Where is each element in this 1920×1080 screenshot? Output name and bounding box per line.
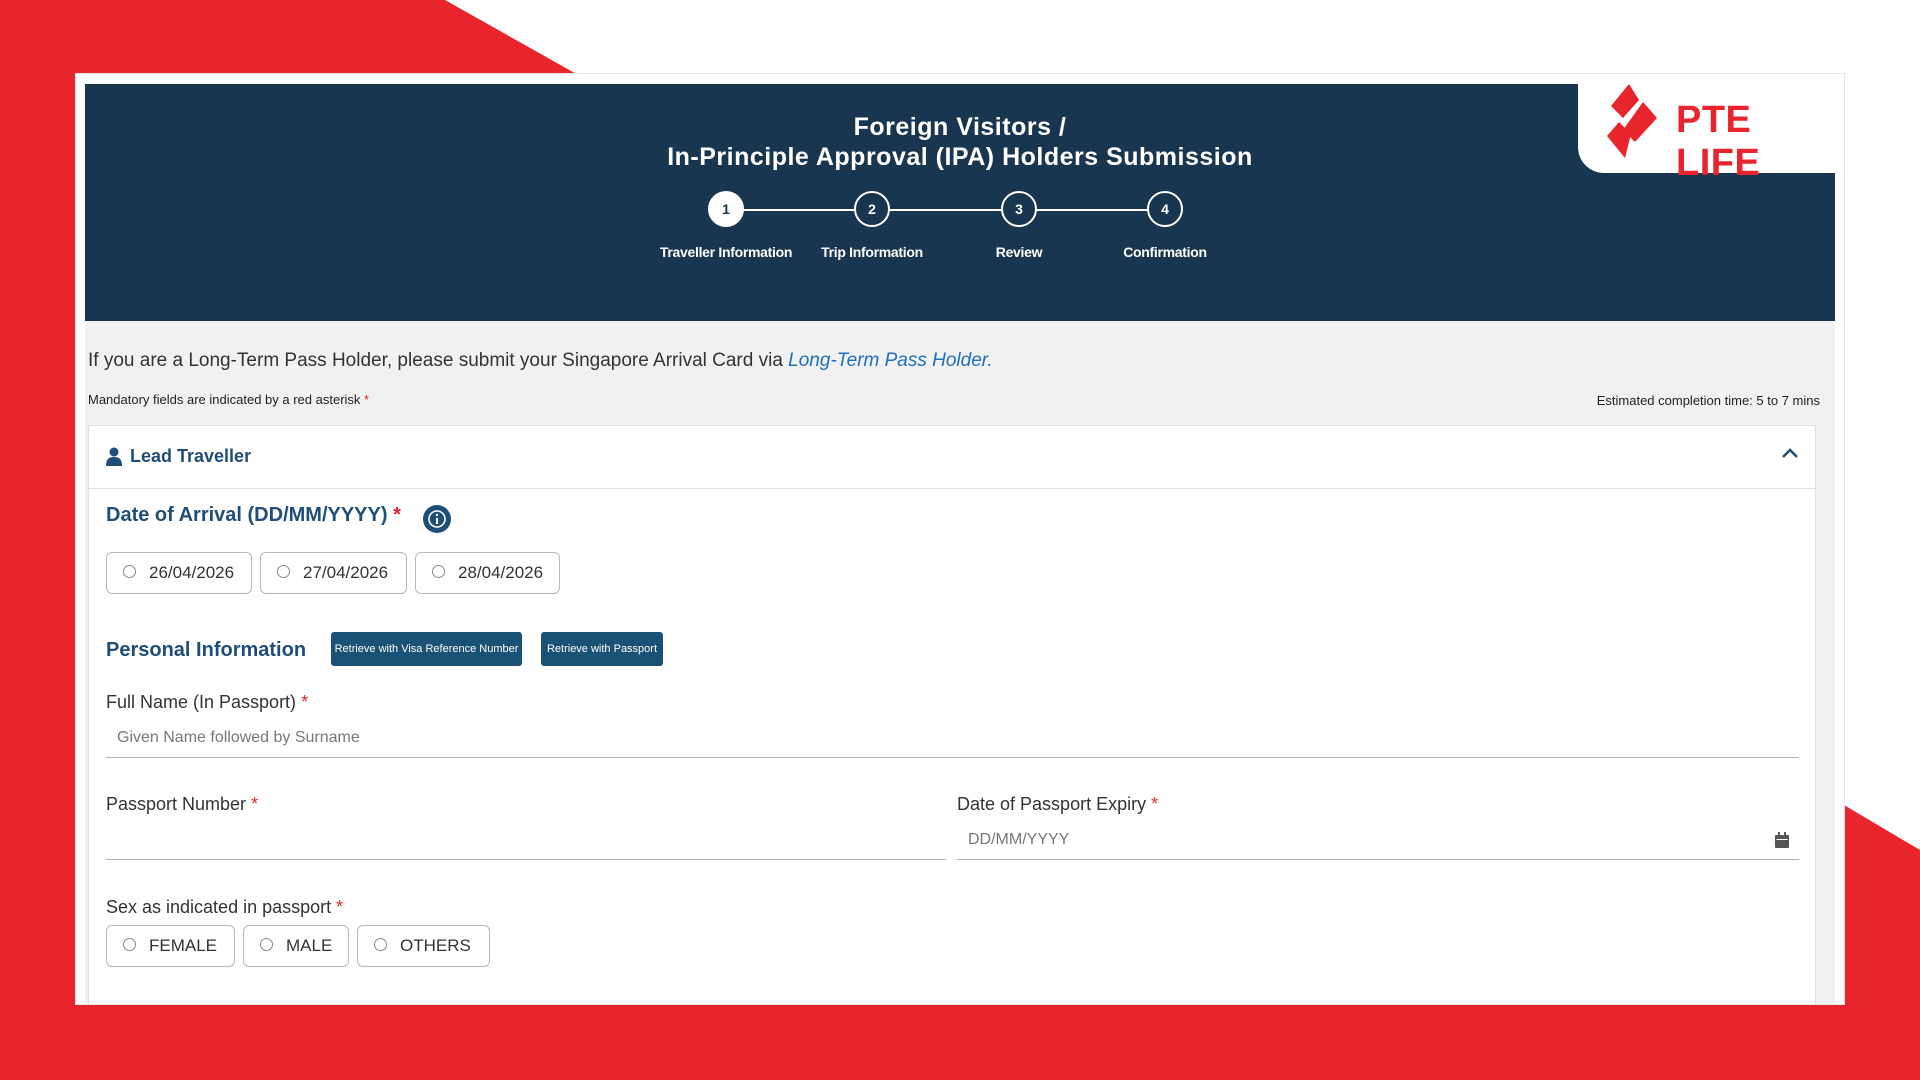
step-3-label: Review — [995, 244, 1043, 260]
passport-expiry-input[interactable]: DD/MM/YYYY — [957, 820, 1799, 860]
radio-icon — [123, 938, 136, 951]
required-asterisk: * — [1151, 794, 1159, 814]
full-name-input[interactable]: Given Name followed by Surname — [106, 718, 1799, 758]
arrival-date-option-label: 26/04/2026 — [149, 563, 235, 582]
radio-icon — [260, 938, 273, 951]
page-title-line2: In-Principle Approval (IPA) Holders Subm… — [667, 143, 1253, 171]
calendar-icon[interactable] — [1775, 832, 1789, 848]
step-4-circle: 4 — [1147, 191, 1183, 227]
required-asterisk: * — [251, 794, 259, 814]
retrieve-visa-reference-button[interactable]: Retrieve with Visa Reference Number — [331, 632, 522, 666]
form-area: If you are a Long-Term Pass Holder, plea… — [85, 321, 1835, 1004]
page-title-line1: Foreign Visitors / — [853, 113, 1067, 141]
lead-traveller-header[interactable]: Lead Traveller — [89, 426, 1815, 489]
step-1-label: Traveller Information — [659, 244, 793, 260]
step-4-label: Confirmation — [1123, 244, 1207, 260]
stepper-connector — [728, 209, 1160, 211]
full-name-label-text: Full Name (In Passport) — [106, 692, 297, 712]
sex-option[interactable]: MALE — [243, 925, 349, 967]
pte-life-logo-icon — [1607, 84, 1657, 158]
full-name-label: Full Name (In Passport) * — [106, 692, 308, 713]
estimated-time: Estimated completion time: 5 to 7 mins — [1596, 393, 1820, 408]
personal-information-title: Personal Information — [106, 639, 307, 661]
sex-option-label: MALE — [286, 936, 333, 955]
sex-option[interactable]: FEMALE — [106, 925, 235, 967]
arrival-date-option-label: 27/04/2026 — [303, 563, 389, 582]
sex-label: Sex as indicated in passport * — [106, 897, 343, 918]
passport-expiry-label-text: Date of Passport Expiry — [957, 794, 1147, 814]
lead-traveller-panel: Lead Traveller Date of Arrival (DD/MM/YY… — [88, 425, 1816, 1004]
passport-expiry-label: Date of Passport Expiry * — [957, 794, 1158, 815]
progress-stepper: 1 2 3 4 Traveller Information Trip Infor… — [85, 188, 1835, 268]
retrieve-passport-button[interactable]: Retrieve with Passport — [541, 632, 663, 666]
sex-option-label: OTHERS — [400, 936, 471, 955]
ltp-notice-text: If you are a Long-Term Pass Holder, plea… — [88, 350, 789, 371]
chevron-up-icon[interactable] — [1781, 446, 1799, 460]
brand-logo: PTE LIFE — [1578, 74, 1844, 184]
arrival-date-option[interactable]: 26/04/2026 — [106, 552, 252, 594]
page-title: Foreign Visitors / In-Principle Approval… — [85, 112, 1835, 172]
mandatory-note: Mandatory fields are indicated by a red … — [88, 392, 369, 407]
passport-number-input[interactable] — [106, 820, 946, 860]
arrival-date-label: Date of Arrival (DD/MM/YYYY) * — [106, 504, 401, 527]
brand-logo-text: PTE LIFE — [1676, 99, 1761, 184]
radio-icon — [374, 938, 387, 951]
arrival-date-option[interactable]: 27/04/2026 — [260, 552, 407, 594]
user-icon — [106, 447, 122, 466]
radio-icon — [277, 565, 290, 578]
passport-number-label: Passport Number * — [106, 794, 258, 815]
required-asterisk: * — [393, 504, 401, 526]
radio-icon — [432, 565, 445, 578]
step-3-circle: 3 — [1001, 191, 1037, 227]
sex-option-label: FEMALE — [149, 936, 218, 955]
step-2-label: Trip Information — [821, 244, 923, 260]
passport-number-label-text: Passport Number — [106, 794, 247, 814]
arrival-date-option[interactable]: 28/04/2026 — [415, 552, 560, 594]
submission-card: Foreign Visitors / In-Principle Approval… — [76, 74, 1844, 1004]
page-header: Foreign Visitors / In-Principle Approval… — [85, 84, 1835, 321]
sex-label-text: Sex as indicated in passport — [106, 897, 332, 917]
passport-expiry-placeholder: DD/MM/YYYY — [968, 831, 1070, 848]
mandatory-note-text: Mandatory fields are indicated by a red … — [88, 392, 361, 407]
ltp-notice: If you are a Long-Term Pass Holder, plea… — [88, 350, 993, 372]
arrival-date-option-label: 28/04/2026 — [458, 563, 544, 582]
arrival-date-label-text: Date of Arrival (DD/MM/YYYY) — [106, 504, 388, 526]
radio-icon — [123, 565, 136, 578]
required-asterisk: * — [364, 392, 370, 407]
lead-traveller-title: Lead Traveller — [130, 446, 252, 466]
step-1-circle: 1 — [708, 191, 744, 227]
required-asterisk: * — [301, 692, 309, 712]
sex-option[interactable]: OTHERS — [357, 925, 490, 967]
step-2-circle: 2 — [854, 191, 890, 227]
info-icon[interactable] — [422, 504, 452, 534]
long-term-pass-holder-link[interactable]: Long-Term Pass Holder. — [788, 350, 993, 371]
required-asterisk: * — [336, 897, 344, 917]
